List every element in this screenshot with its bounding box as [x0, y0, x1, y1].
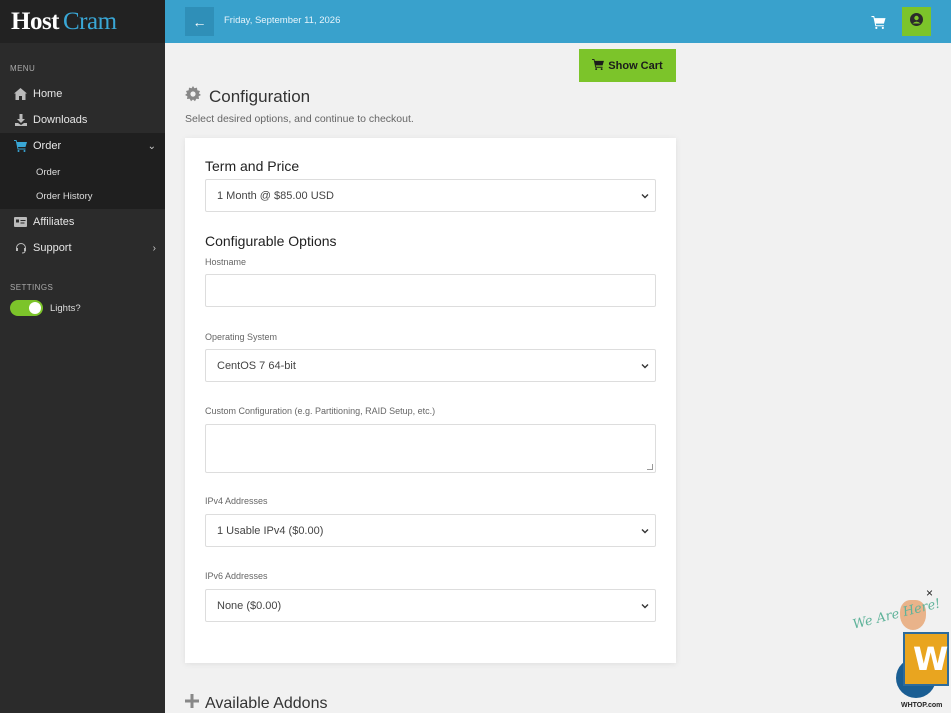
- sidebar-item-home[interactable]: Home: [0, 81, 165, 107]
- chevron-down-icon: ⌄: [147, 140, 156, 152]
- brand-part-host: Host: [11, 7, 60, 35]
- back-button[interactable]: ←: [185, 7, 214, 36]
- ipv4-select[interactable]: 1 Usable IPv4 ($0.00): [205, 514, 656, 547]
- id-card-icon: [14, 216, 27, 229]
- lights-toggle-row: Lights?: [10, 300, 81, 316]
- ipv6-label: IPv6 Addresses: [205, 571, 268, 581]
- brand-part-cram: Cram: [63, 7, 117, 35]
- lights-toggle[interactable]: [10, 300, 43, 316]
- gear-icon: [185, 86, 201, 107]
- submenu-item-order[interactable]: Order: [36, 167, 60, 178]
- page-title: Configuration: [209, 86, 311, 106]
- os-select[interactable]: CentOS 7 64-bit: [205, 349, 656, 382]
- chevron-down-icon: [641, 601, 649, 613]
- sidebar-item-support[interactable]: Support ›: [0, 235, 165, 261]
- chevron-down-icon: [641, 361, 649, 373]
- sidebar: Host Cram MENU Home Downloads Order ⌄ Or…: [0, 0, 165, 713]
- arrow-left-icon: ←: [192, 13, 207, 30]
- os-value: CentOS 7 64-bit: [217, 359, 296, 372]
- home-icon: [14, 88, 27, 101]
- configuration-card: Term and Price 1 Month @ $85.00 USD Conf…: [185, 138, 676, 663]
- options-heading: Configurable Options: [205, 233, 337, 249]
- custom-config-textarea[interactable]: [205, 424, 656, 473]
- widget-text: We Are Here!: [851, 596, 943, 633]
- topbar: ← Friday, September 11, 2026: [165, 0, 951, 43]
- menu-section-label: MENU: [10, 64, 36, 73]
- user-account-button[interactable]: [902, 7, 931, 36]
- sidebar-item-affiliates[interactable]: Affiliates: [0, 209, 165, 235]
- lights-toggle-label: Lights?: [50, 302, 81, 314]
- cart-icon[interactable]: [868, 12, 888, 32]
- custom-config-label: Custom Configuration (e.g. Partitioning,…: [205, 406, 436, 416]
- chevron-down-icon: [641, 191, 649, 203]
- ipv4-value: 1 Usable IPv4 ($0.00): [217, 524, 324, 537]
- sidebar-item-downloads[interactable]: Downloads: [0, 107, 165, 133]
- order-submenu: Order Order History: [0, 159, 165, 209]
- sidebar-item-label: Affiliates: [33, 216, 75, 228]
- widget-footer: WHTOP.com: [901, 702, 943, 709]
- term-price-value: 1 Month @ $85.00 USD: [217, 189, 334, 202]
- addons-heading: Available Addons: [205, 694, 328, 712]
- settings-section-label: SETTINGS: [10, 283, 54, 292]
- chevron-down-icon: [641, 526, 649, 538]
- cart-icon: [592, 58, 605, 73]
- submenu-item-order-history[interactable]: Order History: [36, 191, 92, 202]
- resize-handle-icon[interactable]: [647, 464, 653, 470]
- headset-icon: [14, 242, 27, 255]
- ipv6-select[interactable]: None ($0.00): [205, 589, 656, 622]
- plus-icon: [185, 694, 199, 713]
- sidebar-item-label: Downloads: [33, 114, 88, 126]
- show-cart-label: Show Cart: [608, 59, 663, 72]
- current-date: Friday, September 11, 2026: [224, 15, 341, 26]
- cart-icon: [14, 140, 27, 153]
- chat-widget[interactable]: × We Are Here! W WHTOP.com: [848, 586, 951, 713]
- show-cart-button[interactable]: Show Cart: [579, 49, 676, 82]
- page-title-row: Configuration: [185, 86, 310, 107]
- ipv6-value: None ($0.00): [217, 599, 282, 612]
- page-subtitle: Select desired options, and continue to …: [185, 113, 414, 125]
- whtop-logo: W: [903, 632, 949, 686]
- user-icon: [910, 12, 923, 31]
- sidebar-item-label: Order: [33, 140, 62, 152]
- ipv4-label: IPv4 Addresses: [205, 496, 268, 506]
- term-heading: Term and Price: [205, 158, 300, 174]
- hostname-input[interactable]: [205, 274, 656, 307]
- hostname-label: Hostname: [205, 257, 247, 267]
- chevron-right-icon: ›: [152, 242, 156, 254]
- brand-logo[interactable]: Host Cram: [0, 0, 165, 43]
- os-label: Operating System: [205, 332, 278, 342]
- term-price-select[interactable]: 1 Month @ $85.00 USD: [205, 179, 656, 212]
- sidebar-item-label: Home: [33, 88, 63, 100]
- sidebar-item-order[interactable]: Order ⌄: [0, 133, 165, 159]
- download-icon: [14, 114, 27, 127]
- sidebar-item-label: Support: [33, 242, 72, 254]
- available-addons-row[interactable]: Available Addons: [185, 694, 327, 713]
